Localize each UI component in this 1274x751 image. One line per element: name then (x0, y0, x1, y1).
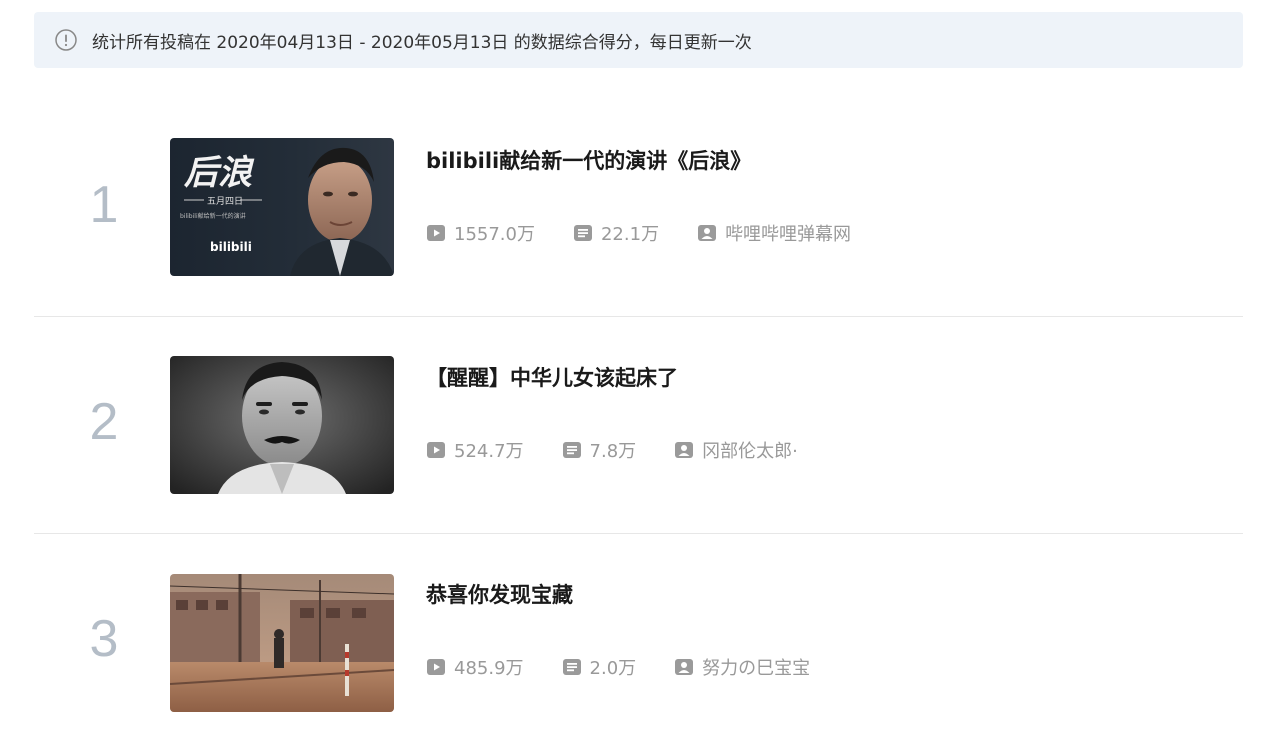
thumb-logo: bilibili (210, 240, 252, 254)
rank-item: 3 恭喜你发现宝藏 485.9万 2.0万 努力の巳宝宝 (34, 534, 1243, 751)
danmaku-count: 22.1万 (573, 220, 659, 246)
video-thumbnail[interactable] (170, 356, 394, 494)
uploader-name[interactable]: 努力の巳宝宝 (702, 654, 810, 680)
danmaku-count-value: 2.0万 (589, 658, 637, 679)
uploader-name[interactable]: 哔哩哔哩弹幕网 (725, 220, 851, 246)
uploader[interactable]: 努力の巳宝宝 (674, 654, 810, 680)
rank-item: 1 后浪 五月四日 bilibili献给新一代的演讲 bilibili bili… (34, 100, 1243, 317)
play-count: 485.9万 (426, 654, 524, 680)
video-thumbnail[interactable]: 后浪 五月四日 bilibili献给新一代的演讲 bilibili (170, 138, 394, 276)
danmaku-icon (562, 657, 582, 677)
video-title[interactable]: 恭喜你发现宝藏 (426, 579, 573, 609)
video-meta: 485.9万 2.0万 努力の巳宝宝 (426, 654, 848, 680)
video-title[interactable]: bilibili献给新一代的演讲《后浪》 (426, 145, 751, 175)
info-circle-icon (54, 28, 78, 52)
up-user-icon (674, 657, 694, 677)
rank-list: 1 后浪 五月四日 bilibili献给新一代的演讲 bilibili bili… (34, 100, 1243, 751)
play-count-value: 485.9万 (454, 658, 524, 679)
play-icon (426, 440, 446, 460)
play-count-value: 1557.0万 (454, 224, 535, 245)
play-icon (426, 223, 446, 243)
play-count: 1557.0万 (426, 220, 535, 246)
uploader[interactable]: 哔哩哔哩弹幕网 (697, 220, 851, 246)
video-thumbnail[interactable] (170, 574, 394, 712)
danmaku-count: 2.0万 (562, 654, 637, 680)
rank-number: 2 (89, 393, 119, 451)
thumb-calligraphy: 后浪 (183, 153, 255, 193)
danmaku-count: 7.8万 (562, 437, 637, 463)
up-user-icon (674, 440, 694, 460)
danmaku-count-value: 22.1万 (600, 224, 660, 245)
rank-item: 2 【醒醒】中华儿女该起床了 524.7万 7.8万 冈部伦太郎· (34, 317, 1243, 534)
danmaku-icon (562, 440, 582, 460)
video-title[interactable]: 【醒醒】中华儿女该起床了 (426, 362, 678, 392)
thumb-subcaption: bilibili献给新一代的演讲 (180, 212, 246, 220)
play-count-value: 524.7万 (454, 441, 524, 462)
thumb-caption: 五月四日 (207, 196, 243, 207)
danmaku-count-value: 7.8万 (589, 441, 637, 462)
uploader-name[interactable]: 冈部伦太郎· (702, 437, 798, 463)
notice-text: 统计所有投稿在 2020年04月13日 - 2020年05月13日 的数据综合得… (92, 32, 752, 53)
uploader[interactable]: 冈部伦太郎· (674, 437, 798, 463)
play-icon (426, 657, 446, 677)
rank-number: 3 (89, 610, 119, 668)
danmaku-icon (573, 223, 593, 243)
video-meta: 524.7万 7.8万 冈部伦太郎· (426, 437, 836, 463)
play-count: 524.7万 (426, 437, 524, 463)
ranking-notice: 统计所有投稿在 2020年04月13日 - 2020年05月13日 的数据综合得… (34, 12, 1243, 68)
video-meta: 1557.0万 22.1万 哔哩哔哩弹幕网 (426, 220, 889, 246)
up-user-icon (697, 223, 717, 243)
rank-number: 1 (89, 176, 119, 234)
